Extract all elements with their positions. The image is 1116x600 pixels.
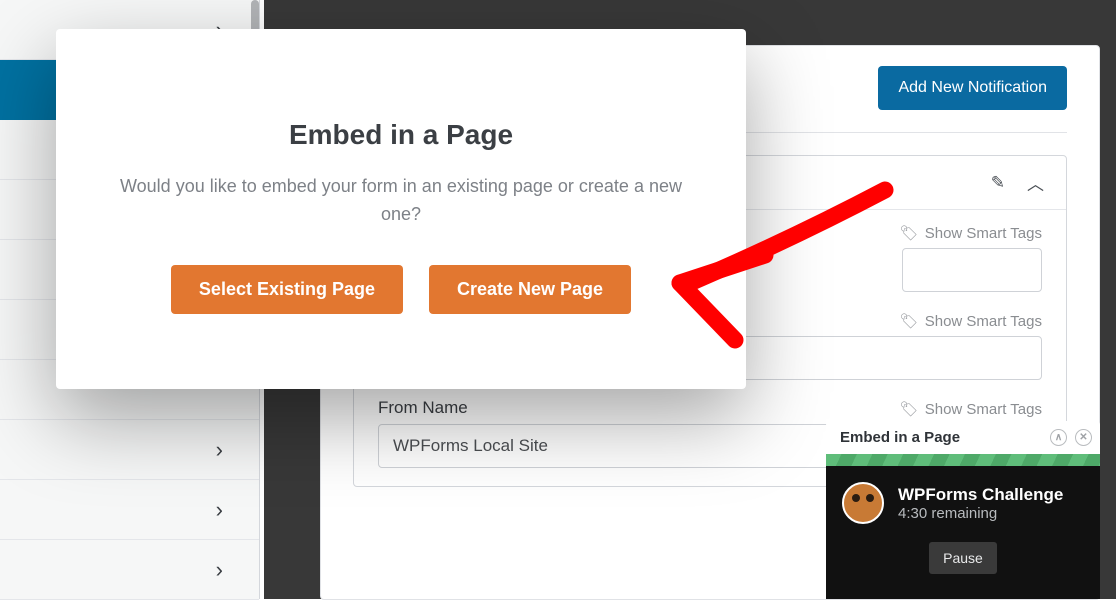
challenge-popup: WPForms Challenge 4:30 remaining Pause [826,466,1100,599]
challenge-title: WPForms Challenge [898,485,1063,505]
tag-icon: 🏷 [900,224,919,242]
sidebar-item[interactable]: › [0,540,259,600]
chevron-right-icon: › [216,437,223,463]
challenge-step-bar: Embed in a Page ∧ ✕ [826,421,1100,454]
sidebar-item[interactable]: › [0,480,259,540]
show-smart-tags-link[interactable]: 🏷Show Smart Tags [900,224,1042,242]
challenge-progress-bar [826,454,1100,466]
tag-icon: 🏷 [900,400,919,418]
edit-icon[interactable]: ✎ [991,173,1005,193]
send-to-input[interactable] [902,248,1042,292]
modal-title: Embed in a Page [92,119,710,151]
sidebar-item[interactable]: › [0,420,259,480]
embed-modal: Embed in a Page Would you like to embed … [56,29,746,389]
chevron-right-icon: › [216,497,223,523]
pause-button[interactable]: Pause [929,542,997,574]
show-smart-tags-link[interactable]: 🏷Show Smart Tags [900,312,1042,330]
close-icon[interactable]: ✕ [1075,429,1092,446]
tag-icon: 🏷 [900,312,919,330]
challenge-subtitle: 4:30 remaining [898,505,1063,522]
minimize-icon[interactable]: ∧ [1050,429,1067,446]
create-new-page-button[interactable]: Create New Page [429,265,631,314]
challenge-step-title: Embed in a Page [840,429,960,446]
mascot-avatar-icon [842,482,884,524]
select-existing-page-button[interactable]: Select Existing Page [171,265,403,314]
show-smart-tags-link[interactable]: 🏷Show Smart Tags [900,400,1042,418]
add-notification-button[interactable]: Add New Notification [878,66,1067,110]
chevron-right-icon: › [216,557,223,583]
from-name-label: From Name [378,398,468,418]
modal-body: Would you like to embed your form in an … [92,173,710,229]
chevron-up-icon[interactable]: ︿ [1027,170,1044,195]
